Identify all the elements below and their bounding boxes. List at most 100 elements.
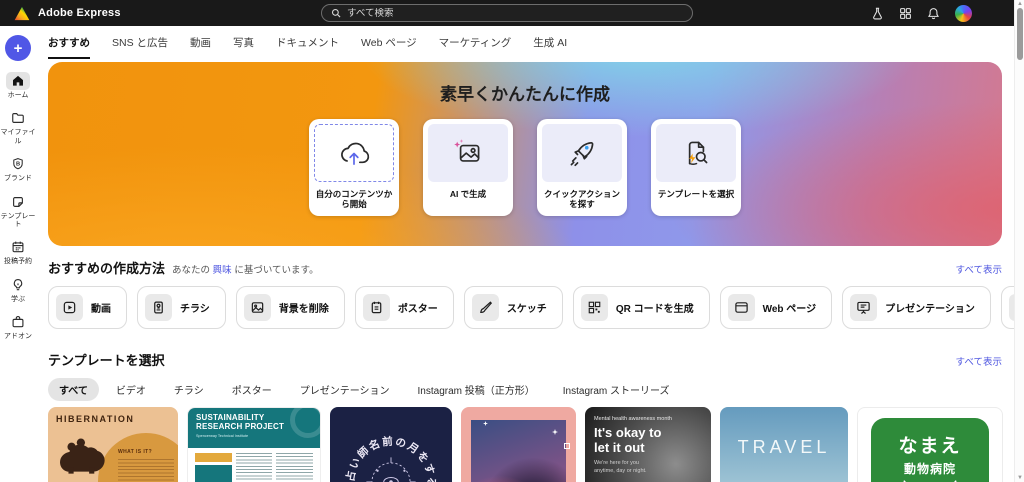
filter-all[interactable]: すべて (48, 378, 99, 401)
template-tagline: Mental health awareness month (594, 416, 702, 422)
hero-card-start-from-content[interactable]: 自分のコンテンツから開始 (309, 119, 399, 216)
templates-view-all-link[interactable]: すべて表示 (956, 354, 1002, 368)
template-retro-photo[interactable] (461, 407, 576, 482)
quick-create-label: Web ページ (763, 300, 817, 315)
sidebar-item-schedule[interactable]: 投稿予約 (0, 238, 36, 266)
body-text-lines (276, 453, 313, 482)
sidebar-item-label: 投稿予約 (0, 258, 36, 266)
tab-marketing[interactable]: マーケティング (439, 27, 512, 59)
filter-poster[interactable]: ポスター (221, 378, 283, 401)
template-travel[interactable]: TRAVEL (720, 407, 848, 482)
template-title-line: なまえ (871, 431, 989, 458)
apps-grid-icon[interactable] (899, 7, 912, 20)
topbar: Adobe Express (0, 0, 1014, 26)
scrollbar-up-arrow[interactable]: ▲ (1015, 1, 1024, 7)
flyer-icon (151, 300, 166, 315)
addons-icon (11, 315, 25, 329)
search-icon (331, 8, 341, 18)
template-title-line: It's okay to (594, 425, 661, 440)
quick-create-qr-code[interactable]: QR コードを生成 (573, 286, 710, 329)
template-animal-hospital[interactable]: なまえ 動物病院 (857, 407, 1003, 482)
filter-flyer[interactable]: チラシ (163, 378, 215, 401)
sidebar-item-label: ブランド (0, 175, 36, 183)
topbar-actions (871, 5, 972, 22)
brand-shield-icon: B (11, 157, 25, 171)
template-thumbnails: HIBERNATION WHAT IS IT? WHAT ANIMALS HIB… (48, 407, 1014, 482)
scrollbar-down-arrow[interactable]: ▼ (1015, 475, 1024, 481)
bell-icon[interactable] (927, 7, 940, 20)
recommended-subtitle: あなたの 興味 に基づいています。 (172, 262, 319, 276)
sidebar-item-brand[interactable]: B ブランド (0, 155, 36, 183)
quick-create-sketch[interactable]: スケッチ (464, 286, 563, 329)
hero-card-choose-template[interactable]: テンプレートを選択 (651, 119, 741, 216)
filter-presentation[interactable]: プレゼンテーション (289, 378, 401, 401)
green-panel: なまえ 動物病院 (871, 418, 989, 482)
avatar[interactable] (955, 5, 972, 22)
templates-section-header: テンプレートを選択 すべて表示 (48, 350, 1002, 369)
tab-document[interactable]: ドキュメント (276, 27, 339, 59)
template-fortune-telling[interactable]: 占い師名前の月をする星占い (330, 407, 452, 482)
subtitle-prefix: あなたの (172, 265, 210, 276)
document-search-icon (678, 136, 714, 170)
template-header-band: SUSTAINABILITY RESEARCH PROJECT Spencerw… (188, 408, 320, 448)
hero-card-generate-with-ai[interactable]: AI で生成 (423, 119, 513, 216)
body-text-lines (118, 459, 174, 482)
create-new-button[interactable]: + (5, 35, 31, 61)
body-columns (188, 448, 320, 482)
quick-create-poster[interactable]: ポスター (355, 286, 454, 329)
app-logo[interactable]: Adobe Express (14, 6, 121, 21)
template-subtitle: Spencerway Technical Institute (196, 434, 312, 438)
tab-web-page[interactable]: Web ページ (361, 27, 417, 59)
category-tabs: おすすめ SNS と広告 動画 写真 ドキュメント Web ページ マーケティン… (36, 26, 1014, 60)
brush-icon (478, 300, 493, 315)
template-filters: すべて ビデオ チラシ ポスター プレゼンテーション Instagram 投稿（… (48, 378, 1002, 401)
quick-create-label: スケッチ (507, 300, 547, 315)
scrollbar-thumb[interactable] (1017, 8, 1023, 60)
quick-create-instagram-post[interactable]: Instagram 投稿 (正方形) (1001, 286, 1014, 329)
image-sparkle-icon (450, 136, 486, 170)
quick-create-flyer[interactable]: チラシ (137, 286, 226, 329)
recommended-section-header: おすすめの作成方法 あなたの 興味 に基づいています。 すべて表示 (48, 258, 1002, 277)
tab-generative-ai[interactable]: 生成 AI (533, 27, 567, 59)
quick-create-label: ポスター (398, 300, 438, 315)
calendar-icon (11, 240, 25, 254)
quick-create-presentation[interactable]: プレゼンテーション (842, 286, 991, 329)
search-input[interactable] (347, 8, 683, 19)
quick-create-label: QR コードを生成 (616, 300, 694, 315)
template-hibernation[interactable]: HIBERNATION WHAT IS IT? WHAT ANIMALS HIB… (48, 407, 178, 482)
app-title: Adobe Express (38, 7, 121, 19)
template-sustainability[interactable]: SUSTAINABILITY RESEARCH PROJECT Spencerw… (187, 407, 321, 482)
quick-create-label: 背景を削除 (279, 300, 329, 315)
filter-instagram-post[interactable]: Instagram 投稿（正方形） (407, 378, 546, 401)
quick-create-video[interactable]: 動画 (48, 286, 127, 329)
sidebar-item-label: ホーム (0, 92, 36, 100)
recommended-view-all-link[interactable]: すべて表示 (956, 262, 1002, 276)
interests-link[interactable]: 興味 (213, 265, 232, 276)
filter-video[interactable]: ビデオ (105, 378, 157, 401)
sidebar-item-my-files[interactable]: マイファイル (0, 109, 36, 146)
tab-video[interactable]: 動画 (190, 27, 211, 59)
page-scrollbar[interactable]: ▲ ▼ (1014, 0, 1024, 482)
filter-instagram-stories[interactable]: Instagram ストーリーズ (552, 378, 681, 401)
sidebar-item-home[interactable]: ホーム (0, 72, 36, 100)
template-title: HIBERNATION (56, 414, 134, 424)
sidebar-item-learn[interactable]: 学ぶ (0, 276, 36, 304)
quick-create-label: 動画 (91, 300, 111, 315)
tab-sns-ads[interactable]: SNS と広告 (112, 27, 168, 59)
image-icon (250, 300, 265, 315)
quick-create-web-page[interactable]: Web ページ (720, 286, 833, 329)
template-title-line: let it out (594, 440, 645, 455)
hero-card-quick-actions[interactable]: クイックアクションを探す (537, 119, 627, 216)
hero-card-label: クイックアクションを探す (542, 189, 622, 209)
quick-create-remove-background[interactable]: 背景を削除 (236, 286, 345, 329)
highlight-block (195, 453, 232, 462)
template-subtitle: We're here for you anytime, day or night… (594, 460, 654, 475)
global-search[interactable] (321, 4, 693, 22)
sidebar-item-addons[interactable]: アドオン (0, 313, 36, 341)
tab-recommended[interactable]: おすすめ (48, 27, 90, 59)
flask-icon[interactable] (871, 7, 884, 20)
template-heading: WHAT IS IT? (118, 449, 178, 455)
sidebar-item-templates[interactable]: テンプレート (0, 193, 36, 230)
tab-photo[interactable]: 写真 (233, 27, 254, 59)
template-mental-health[interactable]: Mental health awareness month It's okay … (585, 407, 711, 482)
